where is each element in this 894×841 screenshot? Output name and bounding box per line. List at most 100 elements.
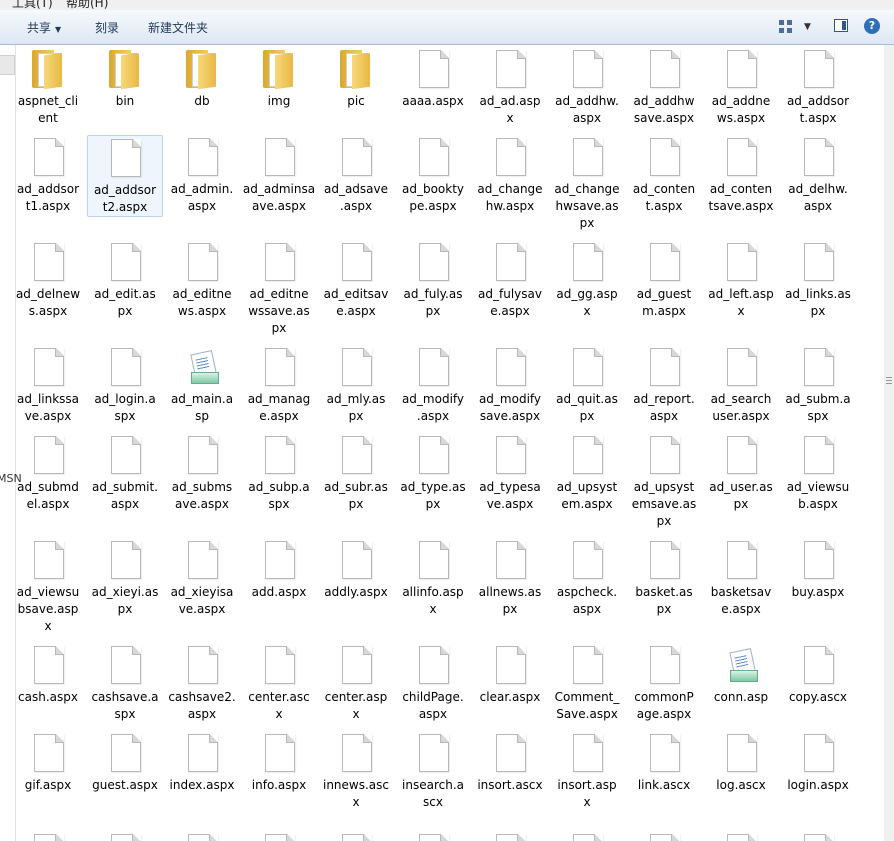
new-folder-button[interactable]: 新建文件夹 bbox=[148, 18, 208, 38]
file-item[interactable]: bin bbox=[87, 47, 163, 110]
file-item[interactable]: ad_typesa ve.aspx bbox=[472, 433, 548, 513]
file-item[interactable]: ad_upsyst em.aspx bbox=[549, 433, 625, 513]
file-item[interactable]: log.ascx bbox=[703, 731, 779, 794]
file-item[interactable]: ad_addsor t1.aspx bbox=[16, 135, 86, 215]
file-item[interactable]: ad_delnew s.aspx bbox=[16, 240, 86, 320]
file-item[interactable] bbox=[318, 831, 394, 841]
preview-pane-icon[interactable] bbox=[834, 19, 848, 32]
nav-selected-item[interactable] bbox=[0, 55, 15, 75]
file-item[interactable]: ad_modify .aspx bbox=[395, 345, 471, 425]
file-item[interactable]: ad_adminsa ave.aspx bbox=[241, 135, 317, 215]
file-item[interactable]: ad_login.a spx bbox=[87, 345, 163, 425]
file-item[interactable]: cashsave2. aspx bbox=[164, 643, 240, 723]
file-item[interactable]: insearch.a scx bbox=[395, 731, 471, 811]
file-item[interactable]: allinfo.asp x bbox=[395, 538, 471, 618]
menu-help[interactable]: 帮助(H) bbox=[66, 0, 108, 10]
file-item[interactable]: center.asp x bbox=[318, 643, 394, 723]
file-item[interactable]: ad_quit.as px bbox=[549, 345, 625, 425]
file-item[interactable] bbox=[241, 831, 317, 841]
file-item[interactable] bbox=[780, 831, 856, 841]
file-item[interactable]: ad_user.as px bbox=[703, 433, 779, 513]
file-item[interactable]: pic bbox=[318, 47, 394, 110]
file-item[interactable]: ad_addsor t2.aspx bbox=[87, 135, 163, 217]
file-item[interactable]: buy.aspx bbox=[780, 538, 856, 601]
vertical-scrollbar[interactable] bbox=[884, 45, 894, 841]
file-item[interactable]: ad_report. aspx bbox=[626, 345, 702, 425]
file-item[interactable]: ad_addsor t.aspx bbox=[780, 47, 856, 127]
file-item[interactable]: login.aspx bbox=[780, 731, 856, 794]
help-icon[interactable]: ? bbox=[864, 18, 880, 34]
file-item[interactable]: aaaa.aspx bbox=[395, 47, 471, 110]
file-item[interactable]: ad_change hw.aspx bbox=[472, 135, 548, 215]
file-item[interactable]: ad_conten tsave.aspx bbox=[703, 135, 779, 215]
file-item[interactable]: conn.asp bbox=[703, 643, 779, 706]
file-item[interactable]: ad_conten t.aspx bbox=[626, 135, 702, 215]
file-item[interactable]: link.ascx bbox=[626, 731, 702, 794]
file-item[interactable]: aspcheck. aspx bbox=[549, 538, 625, 618]
file-item[interactable]: ad_search user.aspx bbox=[703, 345, 779, 425]
file-item[interactable]: ad_adsave .aspx bbox=[318, 135, 394, 215]
file-item[interactable]: center.asc x bbox=[241, 643, 317, 723]
file-item[interactable]: insort.asp x bbox=[549, 731, 625, 811]
file-item[interactable]: img bbox=[241, 47, 317, 110]
file-item[interactable]: aspnet_cli ent bbox=[16, 47, 86, 127]
file-item[interactable]: add.aspx bbox=[241, 538, 317, 601]
file-item[interactable]: ad_subp.a spx bbox=[241, 433, 317, 513]
file-item[interactable]: info.aspx bbox=[241, 731, 317, 794]
file-item[interactable]: clear.aspx bbox=[472, 643, 548, 706]
file-item[interactable]: ad_left.asp x bbox=[703, 240, 779, 320]
file-item[interactable] bbox=[472, 831, 548, 841]
file-item[interactable] bbox=[549, 831, 625, 841]
file-item[interactable]: ad_manag e.aspx bbox=[241, 345, 317, 425]
file-item[interactable]: ad_upsyst emsave.as px bbox=[626, 433, 702, 530]
file-item[interactable]: ad_addhw save.aspx bbox=[626, 47, 702, 127]
file-item[interactable] bbox=[87, 831, 163, 841]
file-item[interactable]: ad_gg.asp x bbox=[549, 240, 625, 320]
file-item[interactable]: ad_viewsu b.aspx bbox=[780, 433, 856, 513]
scrollbar-grip[interactable] bbox=[886, 377, 892, 385]
file-item[interactable]: guest.aspx bbox=[87, 731, 163, 794]
file-item[interactable]: ad_subm.a spx bbox=[780, 345, 856, 425]
file-item[interactable]: ad_editne ws.aspx bbox=[164, 240, 240, 320]
file-item[interactable]: ad_xieyisa ve.aspx bbox=[164, 538, 240, 618]
file-item[interactable]: addly.aspx bbox=[318, 538, 394, 601]
navigation-pane[interactable]: MSN bbox=[0, 45, 22, 841]
share-button[interactable]: 共享 ▼ bbox=[27, 18, 61, 38]
file-item[interactable]: ad_links.as px bbox=[780, 240, 856, 320]
file-item[interactable]: ad_change hwsave.as px bbox=[549, 135, 625, 232]
file-item[interactable]: innews.asc x bbox=[318, 731, 394, 811]
file-item[interactable]: ad_addne ws.aspx bbox=[703, 47, 779, 127]
file-item[interactable]: allnews.as px bbox=[472, 538, 548, 618]
file-item[interactable]: ad_type.as px bbox=[395, 433, 471, 513]
file-item[interactable]: ad_subms ave.aspx bbox=[164, 433, 240, 513]
file-item[interactable]: ad_bookty pe.aspx bbox=[395, 135, 471, 215]
file-item[interactable]: childPage. aspx bbox=[395, 643, 471, 723]
file-item[interactable]: cashsave.a spx bbox=[87, 643, 163, 723]
file-item[interactable]: copy.ascx bbox=[780, 643, 856, 706]
menu-tools[interactable]: 工具(T) bbox=[12, 0, 53, 10]
file-item[interactable]: ad_fulysav e.aspx bbox=[472, 240, 548, 320]
file-item[interactable]: commonP age.aspx bbox=[626, 643, 702, 723]
file-item[interactable]: ad_delhw. aspx bbox=[780, 135, 856, 215]
file-item[interactable]: basketsav e.aspx bbox=[703, 538, 779, 618]
file-item[interactable]: ad_submd el.aspx bbox=[16, 433, 86, 513]
file-item[interactable]: ad_editsav e.aspx bbox=[318, 240, 394, 320]
file-item[interactable]: ad_guest m.aspx bbox=[626, 240, 702, 320]
file-item[interactable]: ad_xieyi.as px bbox=[87, 538, 163, 618]
file-item[interactable]: ad_edit.as px bbox=[87, 240, 163, 320]
file-item[interactable]: ad_main.a sp bbox=[164, 345, 240, 425]
file-item[interactable]: ad_subr.as px bbox=[318, 433, 394, 513]
file-item[interactable]: ad_submit. aspx bbox=[87, 433, 163, 513]
file-item[interactable]: ad_fuly.as px bbox=[395, 240, 471, 320]
file-item[interactable] bbox=[395, 831, 471, 841]
burn-button[interactable]: 刻录 bbox=[95, 18, 119, 38]
file-item[interactable]: ad_modify save.aspx bbox=[472, 345, 548, 425]
file-item[interactable]: cash.aspx bbox=[16, 643, 86, 706]
file-item[interactable]: ad_addhw. aspx bbox=[549, 47, 625, 127]
file-item[interactable]: ad_viewsu bsave.asp x bbox=[16, 538, 86, 635]
file-item[interactable]: gif.aspx bbox=[16, 731, 86, 794]
file-item[interactable]: ad_admin. aspx bbox=[164, 135, 240, 215]
file-item[interactable] bbox=[703, 831, 779, 841]
file-item[interactable]: Comment_ Save.aspx bbox=[549, 643, 625, 723]
file-item[interactable]: db bbox=[164, 47, 240, 110]
